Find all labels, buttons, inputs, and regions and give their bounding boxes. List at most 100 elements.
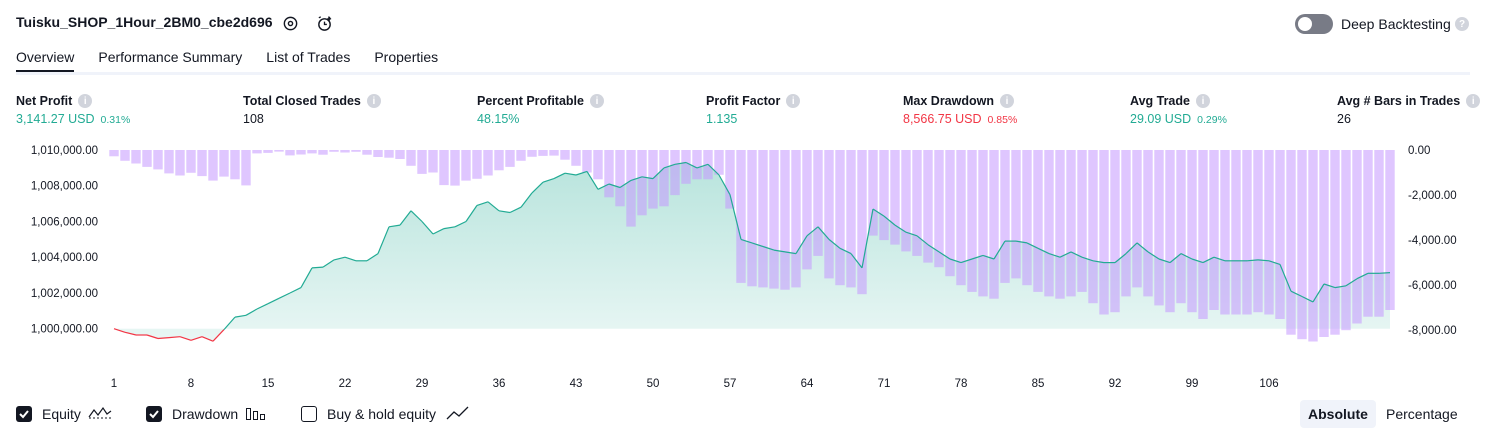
drawdown-bar: [604, 150, 614, 198]
drawdown-bar: [978, 150, 988, 297]
stat-percent: 0.29%: [1197, 114, 1227, 126]
equity-legend-label: Equity: [42, 406, 81, 422]
drawdown-bar: [153, 150, 163, 170]
stat-percent: 0.85%: [987, 114, 1018, 126]
right-axis-tick-label: -8,000.00: [1408, 325, 1457, 337]
drawdown-bar: [164, 150, 174, 174]
equity-line-segment: [311, 266, 324, 269]
stat-label: Percent Profitable: [477, 94, 584, 108]
drawdown-bar: [791, 150, 801, 288]
drawdown-bars-icon: [246, 408, 265, 420]
drawdown-bar: [571, 150, 581, 166]
drawdown-bar: [450, 150, 460, 186]
drawdown-bar: [1000, 150, 1010, 283]
drawdown-bar: [1363, 150, 1373, 317]
info-icon[interactable]: i: [78, 94, 93, 108]
left-axis-tick-label: 1,008,000.00: [31, 181, 98, 193]
drawdown-bar: [1110, 150, 1120, 313]
drawdown-bar: [285, 150, 295, 156]
stat-label: Avg Trade: [1130, 94, 1190, 108]
x-axis-tick-label: 64: [801, 378, 814, 390]
drawdown-bar: [351, 150, 361, 152]
drawdown-bar: [648, 150, 658, 209]
drawdown-bar: [362, 150, 372, 155]
stat-value: 108: [243, 112, 264, 126]
stat-avg-bars-in-trades: Avg # Bars in Trades i 26: [1337, 94, 1481, 126]
absolute-mode-button[interactable]: Absolute: [1300, 400, 1376, 428]
drawdown-bar: [1088, 150, 1098, 304]
info-icon[interactable]: i: [366, 94, 381, 108]
drawdown-bar: [1297, 150, 1307, 340]
tab-overview[interactable]: Overview: [16, 46, 75, 73]
drawdown-bar: [769, 150, 779, 289]
deep-backtesting-label: Deep Backtesting: [1341, 16, 1451, 32]
right-axis-tick-label: -2,000.00: [1408, 190, 1457, 202]
drawdown-bar: [670, 150, 680, 196]
drawdown-bar: [824, 150, 834, 279]
drawdown-bar: [219, 150, 229, 177]
x-axis-tick-label: 106: [1259, 378, 1278, 390]
info-icon[interactable]: i: [786, 94, 801, 108]
equity-checkbox[interactable]: [16, 406, 32, 422]
buy-hold-legend-label: Buy & hold equity: [327, 406, 436, 422]
drawdown-bar: [406, 150, 416, 166]
drawdown-bar: [373, 150, 383, 157]
tab-properties[interactable]: Properties: [374, 46, 438, 73]
drawdown-bar: [208, 150, 218, 181]
buy-hold-checkbox[interactable]: [301, 406, 317, 422]
equity-wave-icon: [88, 406, 112, 419]
drawdown-bar: [1165, 150, 1175, 313]
drawdown-checkbox[interactable]: [146, 406, 162, 422]
tab-list-of-trades[interactable]: List of Trades: [266, 46, 350, 73]
drawdown-bar: [1264, 150, 1274, 315]
help-icon[interactable]: ?: [1455, 17, 1469, 31]
drawdown-bar: [263, 150, 273, 153]
drawdown-bar: [1385, 150, 1395, 310]
drawdown-bar: [1352, 150, 1362, 324]
drawdown-bar: [835, 150, 845, 286]
drawdown-bar: [516, 150, 526, 161]
drawdown-bar: [1220, 150, 1230, 315]
drawdown-bar: [1044, 150, 1054, 297]
strategy-title: Tuisku_SHOP_1Hour_2BM0_cbe2d696: [16, 14, 273, 30]
percentage-mode-button[interactable]: Percentage: [1378, 400, 1466, 428]
drawdown-bar: [1374, 150, 1384, 317]
drawdown-bar: [736, 150, 746, 283]
stat-value: 48.15%: [477, 112, 520, 126]
drawdown-bar: [274, 150, 284, 152]
drawdown-bar: [1011, 150, 1021, 279]
tab-performance-summary[interactable]: Performance Summary: [98, 46, 242, 73]
drawdown-bar: [428, 150, 438, 173]
info-icon[interactable]: i: [1000, 94, 1014, 108]
drawdown-bar: [241, 150, 251, 186]
drawdown-bar: [461, 150, 471, 181]
x-axis-tick-label: 36: [493, 378, 506, 390]
drawdown-bar: [1341, 150, 1351, 331]
drawdown-bar: [1242, 150, 1252, 315]
info-icon[interactable]: i: [1195, 94, 1210, 108]
stat-label: Profit Factor: [706, 94, 781, 108]
stat-percent: 0.31%: [100, 114, 131, 126]
drawdown-bar: [901, 150, 911, 252]
drawdown-bar: [1275, 150, 1285, 319]
drawdown-bar: [560, 150, 570, 160]
drawdown-bar: [780, 150, 790, 290]
gear-icon[interactable]: [281, 14, 299, 32]
info-icon[interactable]: i: [1466, 94, 1481, 108]
drawdown-bar: [175, 150, 185, 176]
equity-drawdown-chart[interactable]: 1,010,000.00 1,008,000.00 1,006,000.00 1,00…: [0, 138, 1486, 396]
drawdown-bar: [725, 150, 735, 209]
x-axis-tick-label: 78: [955, 378, 968, 390]
deep-backtesting-toggle[interactable]: [1295, 14, 1333, 34]
drawdown-bar: [494, 150, 504, 171]
alert-clock-icon[interactable]: [315, 14, 333, 32]
drawdown-bar: [142, 150, 152, 167]
drawdown-bar: [1253, 150, 1263, 313]
info-icon[interactable]: i: [589, 94, 604, 108]
drawdown-bar: [1022, 150, 1032, 286]
drawdown-bar: [879, 150, 889, 241]
drawdown-bar: [120, 150, 130, 161]
drawdown-bar: [439, 150, 449, 186]
stat-value: 8,566.75 USD: [903, 112, 982, 126]
stat-value: 26: [1337, 112, 1351, 126]
